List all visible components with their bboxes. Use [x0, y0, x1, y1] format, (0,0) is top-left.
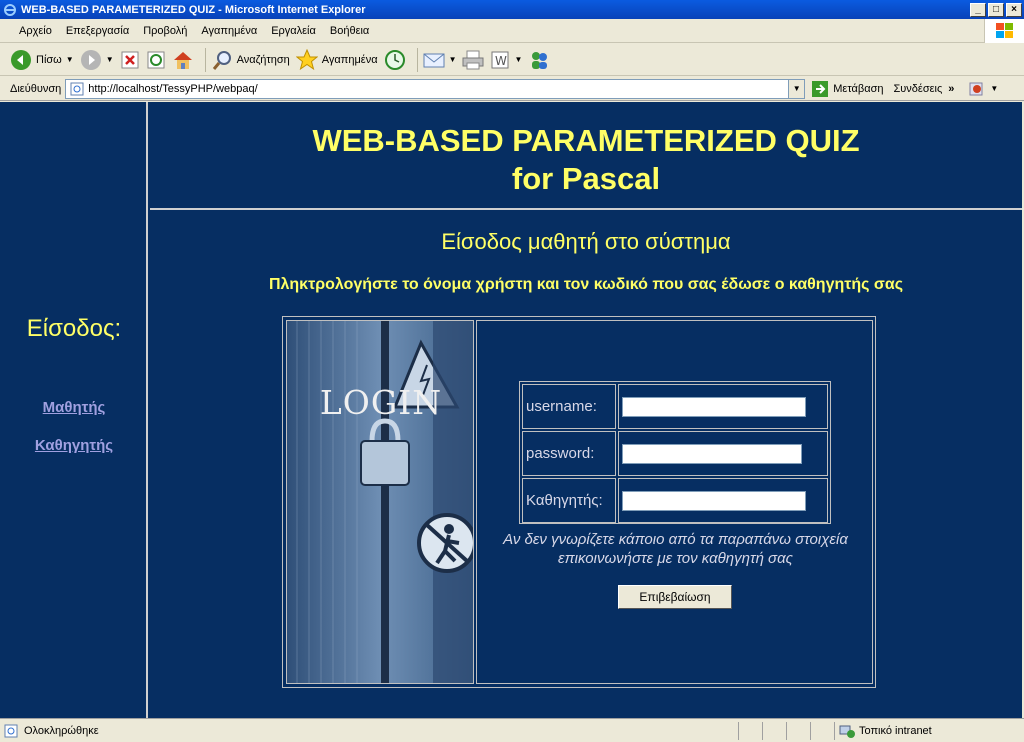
- windows-logo-icon: [984, 19, 1024, 43]
- login-panel: LOGIN username: password: Καθηγητής: Αν …: [282, 316, 876, 688]
- go-label: Μετάβαση: [833, 82, 884, 95]
- username-label: username:: [522, 384, 616, 429]
- stop-icon: [121, 51, 139, 68]
- sidebar-title: Είσοδος:: [26, 315, 122, 342]
- back-dropdown-icon[interactable]: ▼: [66, 55, 74, 64]
- address-bar: Διεύθυνση http://localhost/TessyPHP/webp…: [0, 77, 1024, 101]
- password-label: password:: [522, 431, 616, 476]
- messenger-icon: [532, 51, 548, 69]
- toolbar: Πίσω ▼ ▼ Αναζήτηση Αγαπημένα ▼ W ▼: [0, 44, 1024, 76]
- mail-icon: [423, 53, 445, 67]
- home-button[interactable]: [172, 50, 194, 70]
- history-icon: [384, 49, 405, 70]
- links-button[interactable]: Συνδέσεις »: [893, 83, 954, 95]
- login-fields-table: username: password: Καθηγητής:: [519, 381, 831, 524]
- menu-help[interactable]: Βοήθεια: [323, 25, 376, 37]
- username-row: username:: [522, 384, 828, 429]
- title-bar: WEB-BASED PARAMETERIZED QUIZ - Microsoft…: [0, 0, 1024, 19]
- maximize-button[interactable]: □: [988, 2, 1004, 17]
- submit-button[interactable]: Επιβεβαίωση: [618, 585, 732, 609]
- page-done-icon: [4, 724, 18, 737]
- login-image: LOGIN: [286, 320, 474, 684]
- address-field[interactable]: http://localhost/TessyPHP/webpaq/ ▼: [65, 78, 806, 99]
- history-button[interactable]: [384, 49, 406, 71]
- teacher-input[interactable]: [622, 491, 806, 511]
- teacher-label: Καθηγητής:: [522, 478, 616, 523]
- mail-button[interactable]: ▼: [423, 51, 457, 69]
- instructions-text: Πληκτρολογήστε το όνομα χρήστη και τον κ…: [268, 276, 904, 293]
- help-note-line2: επικοινωνήστε με τον καθηγητή σας: [558, 550, 793, 567]
- go-button[interactable]: Μετάβαση: [811, 80, 883, 98]
- extension-icon: [969, 82, 983, 95]
- refresh-icon: [147, 51, 165, 68]
- internet-explorer-icon: [4, 3, 16, 16]
- status-text: Ολοκληρώθηκε: [24, 724, 99, 737]
- intranet-icon: [839, 725, 855, 738]
- menu-edit[interactable]: Επεξεργασία: [59, 25, 136, 37]
- page-title-line2: for Pascal: [511, 161, 661, 196]
- menu-file[interactable]: Αρχείο: [12, 25, 59, 37]
- favorites-button[interactable]: Αγαπημένα: [295, 48, 378, 71]
- password-input[interactable]: [622, 444, 802, 464]
- search-button[interactable]: Αναζήτηση: [211, 49, 290, 71]
- back-label: Πίσω: [36, 53, 62, 66]
- teacher-row: Καθηγητής:: [522, 478, 828, 523]
- menu-view[interactable]: Προβολή: [136, 25, 194, 37]
- toolbar-extra-button[interactable]: ▼: [968, 80, 998, 98]
- links-chevron-icon[interactable]: »: [948, 83, 954, 95]
- home-icon: [173, 51, 192, 69]
- links-label: Συνδέσεις: [893, 82, 943, 95]
- page-header: WEB-BASED PARAMETERIZED QUIZ for Pascal: [150, 102, 1022, 210]
- web-page: Είσοδος: Μαθητής Καθηγητής WEB-BASED PAR…: [0, 102, 1022, 718]
- back-arrow-icon: [11, 49, 31, 70]
- zone-label: Τοπικό intranet: [859, 724, 932, 737]
- menu-tools[interactable]: Εργαλεία: [264, 25, 323, 37]
- username-input[interactable]: [622, 397, 806, 417]
- sidebar-link-teacher[interactable]: Καθηγητής: [0, 437, 148, 454]
- page-title: WEB-BASED PARAMETERIZED QUIZ for Pascal: [150, 122, 1022, 198]
- browser-viewport: Είσοδος: Μαθητής Καθηγητής WEB-BASED PAR…: [0, 102, 1024, 718]
- printer-icon: [462, 50, 484, 69]
- back-button[interactable]: Πίσω ▼: [10, 49, 74, 71]
- minimize-button[interactable]: _: [970, 2, 986, 17]
- refresh-button[interactable]: [146, 50, 166, 70]
- messenger-button[interactable]: [528, 49, 550, 71]
- favorites-label: Αγαπημένα: [321, 53, 378, 66]
- page-icon: [70, 82, 84, 95]
- address-dropdown-icon[interactable]: ▼: [788, 79, 805, 98]
- help-note-line1: Αν δεν γνωρίζετε κάποιο από τα παραπάνω …: [503, 531, 848, 548]
- sidebar: Είσοδος: Μαθητής Καθηγητής: [0, 102, 148, 718]
- edit-dropdown-icon[interactable]: ▼: [514, 55, 522, 64]
- mail-dropdown-icon[interactable]: ▼: [449, 55, 457, 64]
- page-title-line1: WEB-BASED PARAMETERIZED QUIZ: [312, 123, 860, 158]
- login-form: username: password: Καθηγητής: Αν δεν γν…: [476, 320, 873, 684]
- window-title: WEB-BASED PARAMETERIZED QUIZ - Microsoft…: [21, 3, 366, 16]
- word-document-icon: W: [491, 51, 509, 68]
- search-icon: [212, 50, 231, 70]
- login-image-text: LOGIN: [319, 383, 443, 422]
- menu-favorites[interactable]: Αγαπημένα: [194, 25, 264, 37]
- status-bar: Ολοκληρώθηκε Τοπικό intranet: [0, 718, 1024, 742]
- stop-button[interactable]: [120, 50, 140, 70]
- svg-text:W: W: [495, 54, 507, 68]
- forward-dropdown-icon[interactable]: ▼: [106, 55, 114, 64]
- edit-button[interactable]: W ▼: [490, 50, 522, 70]
- menu-bar: Αρχείο Επεξεργασία Προβολή Αγαπημένα Εργ…: [0, 19, 1024, 43]
- go-arrow-icon: [812, 80, 829, 97]
- section-title: Είσοδος μαθητή στο σύστημα: [441, 229, 731, 254]
- search-label: Αναζήτηση: [236, 53, 290, 66]
- close-button[interactable]: ×: [1006, 2, 1022, 17]
- sidebar-link-student[interactable]: Μαθητής: [0, 399, 148, 416]
- print-button[interactable]: [462, 50, 484, 70]
- extra-dropdown-icon[interactable]: ▼: [990, 84, 998, 93]
- forward-arrow-icon: [80, 49, 101, 70]
- security-zone[interactable]: Τοπικό intranet: [834, 721, 1024, 740]
- address-label: Διεύθυνση: [10, 82, 62, 95]
- star-icon: [295, 48, 318, 70]
- password-row: password:: [522, 431, 828, 476]
- help-note: Αν δεν γνωρίζετε κάποιο από τα παραπάνω …: [477, 530, 874, 568]
- forward-button[interactable]: ▼: [80, 49, 114, 71]
- address-url[interactable]: http://localhost/TessyPHP/webpaq/: [88, 83, 788, 95]
